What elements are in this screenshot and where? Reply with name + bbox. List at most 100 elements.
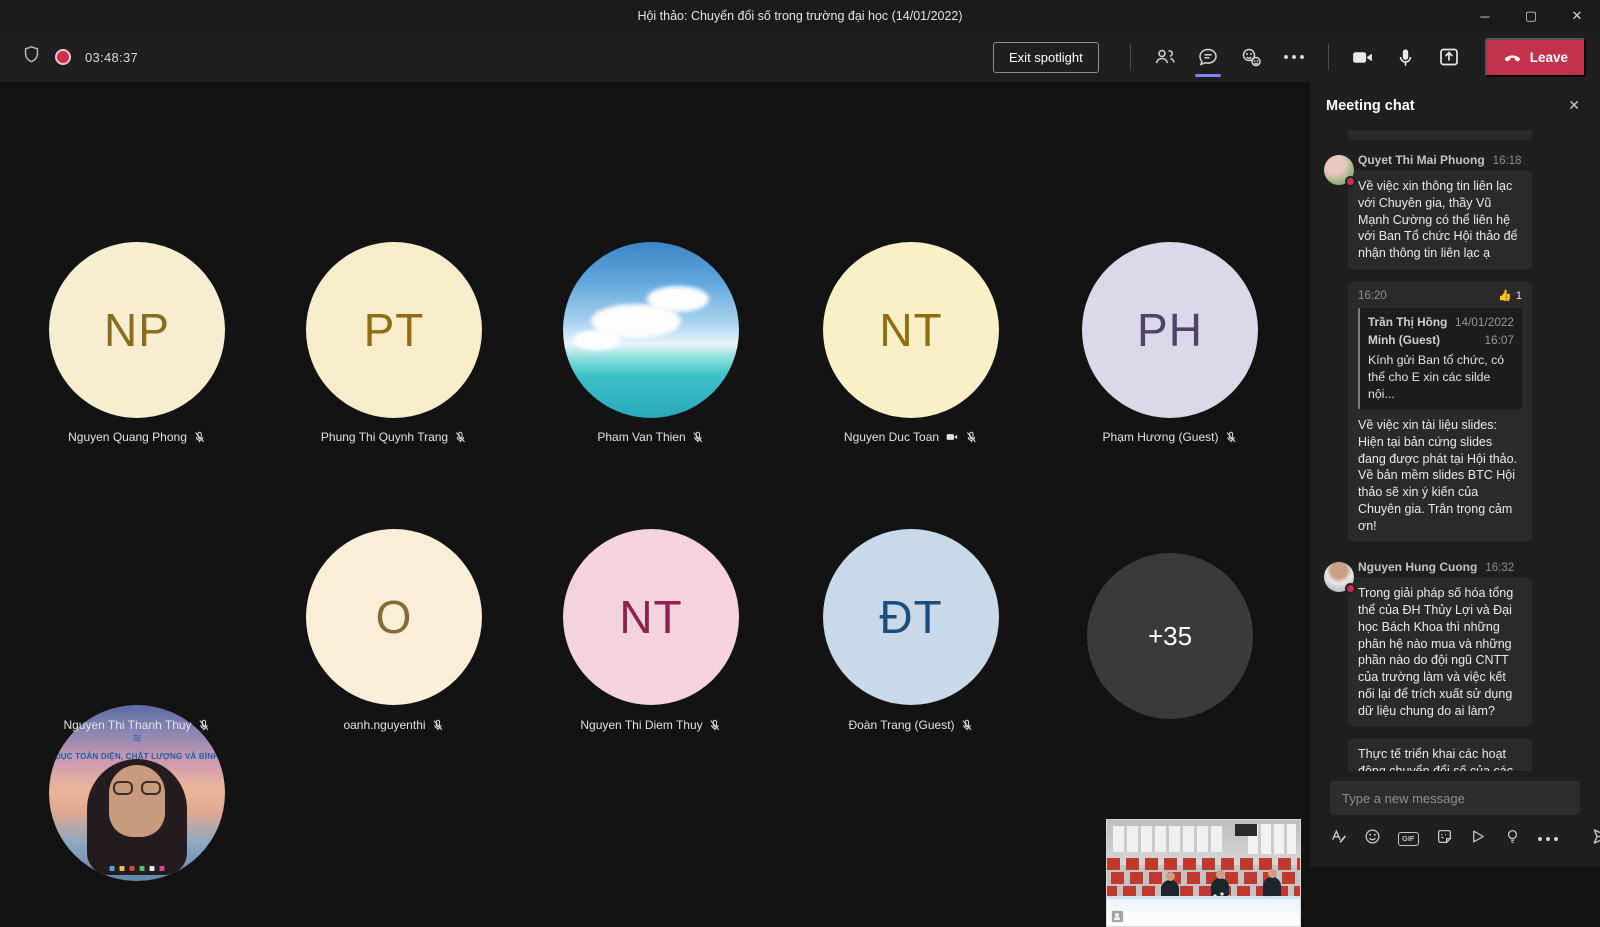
exit-spotlight-button[interactable]: Exit spotlight <box>993 42 1099 73</box>
more-options-button[interactable] <box>1277 40 1311 74</box>
message-text: Thực tế triển khai các hoạt động chuyển … <box>1358 747 1513 771</box>
participant-name: Nguyen Thi Diem Thuy <box>580 718 702 732</box>
mic-muted-icon <box>692 431 705 444</box>
participants-button[interactable] <box>1148 40 1182 74</box>
participant-tile[interactable]: PH <box>1082 242 1258 418</box>
message-author: Quyet Thi Mai Phuong <box>1358 153 1485 167</box>
leave-label: Leave <box>1530 50 1568 65</box>
chat-close-icon[interactable]: ✕ <box>1568 97 1580 114</box>
send-icon[interactable] <box>1592 827 1600 851</box>
shield-icon <box>22 45 41 69</box>
quoted-author-line1: Trần Thị Hồng <box>1368 314 1447 332</box>
participant-tile[interactable]: PT <box>306 242 482 418</box>
meeting-timer: 03:48:37 <box>85 50 138 65</box>
message-bubble: Về việc xin thông tin liên lạc với Chuyê… <box>1348 170 1532 270</box>
chat-icon <box>1196 45 1220 69</box>
chat-active-underline <box>1195 74 1221 77</box>
message-time: 16:32 <box>1485 562 1514 574</box>
chat-input[interactable] <box>1330 781 1580 815</box>
meeting-toolbar: 03:48:37 Exit spotlight <box>0 32 1600 82</box>
format-icon[interactable] <box>1330 828 1347 850</box>
message-text: Về việc xin thông tin liên lạc với Chuyê… <box>1358 179 1517 260</box>
overflow-participants-tile[interactable]: +35 <box>1087 553 1253 719</box>
camera-button[interactable] <box>1346 40 1380 74</box>
participant-tile[interactable]: NT <box>563 529 739 705</box>
close-button[interactable]: ✕ <box>1554 0 1600 32</box>
participant-name-row: Nguyen Quang Phong <box>68 430 206 444</box>
chat-message: 16:20 👍 1 Trần Thị Hồng 14/01/2022 Minh … <box>1348 281 1532 543</box>
quoted-message[interactable]: Trần Thị Hồng 14/01/2022 Minh (Guest) 16… <box>1358 308 1522 409</box>
participant-tile-photo[interactable] <box>563 242 739 418</box>
share-button[interactable] <box>1432 40 1466 74</box>
microphone-button[interactable] <box>1389 40 1423 74</box>
message-text: Trong giải pháp số hóa tổng thể của ĐH T… <box>1358 586 1513 717</box>
sticker-icon[interactable] <box>1436 828 1453 850</box>
participant-initials: ĐT <box>879 590 942 644</box>
chat-button[interactable] <box>1191 40 1225 74</box>
mic-muted-icon <box>454 431 467 444</box>
title-bar: Hội thảo: Chuyển đổi số trong trường đại… <box>0 0 1600 32</box>
people-icon <box>1153 45 1177 69</box>
participant-initials: PT <box>364 303 425 357</box>
participant-name-row: Phung Thi Quynh Trang <box>321 430 467 444</box>
chat-message: Thực tế triển khai các hoạt động chuyển … <box>1348 738 1532 771</box>
participant-name-row: Pham Van Thien <box>597 430 704 444</box>
maximize-button[interactable]: ▢ <box>1508 0 1554 32</box>
composer-more-icon[interactable] <box>1538 837 1558 841</box>
participant-name: oanh.nguyenthi <box>343 718 425 732</box>
participant-tile[interactable]: ĐT <box>823 529 999 705</box>
gif-icon[interactable]: GIF <box>1398 832 1419 846</box>
participant-tile[interactable]: NT <box>823 242 999 418</box>
ellipsis-icon <box>1284 55 1304 59</box>
minimize-button[interactable]: ─ <box>1462 0 1508 32</box>
chat-message-list[interactable]: Quyet Thi Mai Phuong 16:18 Về việc xin t… <box>1310 130 1600 771</box>
participant-name-row: Nguyen Thi Thanh Thuy <box>63 718 210 732</box>
stream-icon[interactable] <box>1470 828 1487 850</box>
emoji-icon[interactable] <box>1364 828 1381 850</box>
chat-message: Nguyen Hung Cuong 16:32 Trong giải pháp … <box>1348 560 1532 727</box>
avatar <box>1324 155 1354 185</box>
recording-indicator-icon <box>55 49 71 65</box>
close-icon: ✕ <box>1572 8 1583 24</box>
video-badge-icon <box>945 430 959 444</box>
reaction-count: 1 <box>1516 289 1522 304</box>
toolbar-right: Exit spotlight <box>993 38 1600 77</box>
mic-muted-icon <box>1224 431 1237 444</box>
message-text: Về việc xin tài liệu slides: Hiện tại bả… <box>1358 418 1517 533</box>
composer-toolbar: GIF <box>1330 827 1580 851</box>
quoted-text: Kính gửi Ban tổ chức, có thể cho E xin c… <box>1368 352 1514 404</box>
message-bubble: 16:20 👍 1 Trần Thị Hồng 14/01/2022 Minh … <box>1348 281 1532 543</box>
minimize-icon: ─ <box>1480 9 1489 24</box>
participant-name-row: Nguyen Thi Diem Thuy <box>580 718 721 732</box>
reaction-badge[interactable]: 👍 1 <box>1498 289 1522 304</box>
thumbs-up-icon: 👍 <box>1498 289 1512 304</box>
toolbar-divider-2 <box>1328 44 1329 70</box>
overflow-count: +35 <box>1148 621 1192 652</box>
meeting-chat-panel: Meeting chat ✕ Quyet Thi Mai Phuong 16:1… <box>1310 82 1600 867</box>
partial-message-bubble <box>1348 130 1532 140</box>
chat-composer: GIF <box>1310 771 1600 867</box>
camera-icon <box>1350 45 1375 70</box>
mic-muted-icon <box>709 719 722 732</box>
participant-name-row: oanh.nguyenthi <box>343 718 444 732</box>
window-title: Hội thảo: Chuyển đổi số trong trường đại… <box>637 9 962 23</box>
lightbulb-icon[interactable] <box>1504 828 1521 850</box>
mic-muted-icon <box>432 719 445 732</box>
participant-name: Phung Thi Quynh Trang <box>321 430 448 444</box>
mic-muted-icon <box>193 431 206 444</box>
message-author: Nguyen Hung Cuong <box>1358 560 1477 574</box>
message-bubble: Thực tế triển khai các hoạt động chuyển … <box>1348 738 1532 771</box>
presence-busy-icon <box>1345 176 1356 187</box>
participant-name: Phạm Hương (Guest) <box>1103 430 1219 444</box>
participant-tile[interactable]: O <box>306 529 482 705</box>
reactions-button[interactable] <box>1234 40 1268 74</box>
leave-button[interactable]: Leave <box>1485 38 1586 77</box>
participant-name: Pham Van Thien <box>597 430 685 444</box>
participant-tile[interactable]: NP <box>49 242 225 418</box>
preview-overlay-icon <box>1111 910 1124 923</box>
self-video-preview[interactable] <box>1106 819 1301 927</box>
participant-name: Nguyen Quang Phong <box>68 430 187 444</box>
chat-panel-title: Meeting chat <box>1326 98 1415 114</box>
teams-meeting-window: Hội thảo: Chuyển đổi số trong trường đại… <box>0 0 1600 867</box>
toolbar-left: 03:48:37 <box>0 45 138 69</box>
